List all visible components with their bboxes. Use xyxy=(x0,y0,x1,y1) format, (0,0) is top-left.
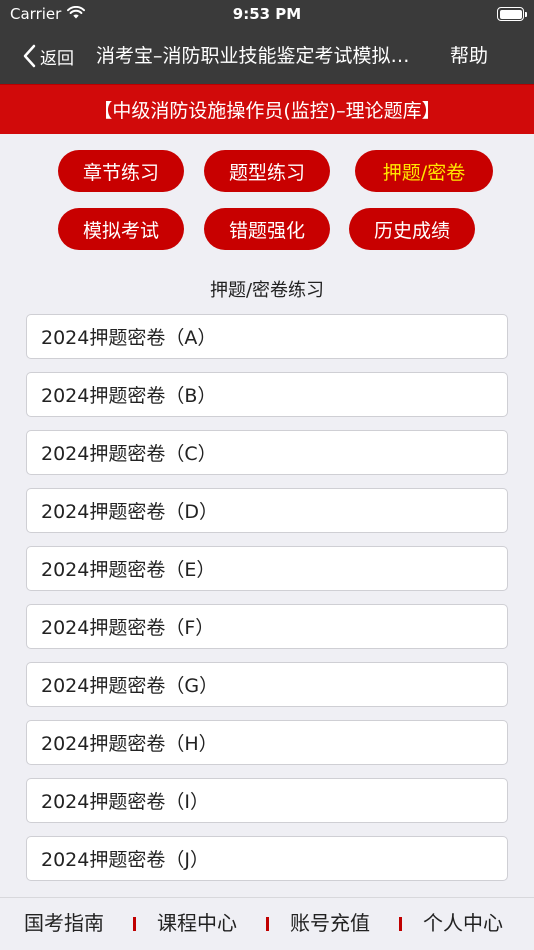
mode-wrong-questions[interactable]: 错题强化 xyxy=(204,208,330,250)
paper-item-d[interactable]: 2024押题密卷（D） xyxy=(26,488,508,533)
exam-banner: 【中级消防设施操作员(监控)–理论题库】 xyxy=(0,84,534,134)
tab-separator xyxy=(266,917,269,931)
tab-personal-center[interactable]: 个人中心 xyxy=(423,898,503,950)
paper-item-f[interactable]: 2024押题密卷（F） xyxy=(26,604,508,649)
paper-item-a[interactable]: 2024押题密卷（A） xyxy=(26,314,508,359)
battery-icon xyxy=(497,7,527,21)
paper-item-b[interactable]: 2024押题密卷（B） xyxy=(26,372,508,417)
mode-chapter-practice[interactable]: 章节练习 xyxy=(58,150,184,192)
paper-item-g[interactable]: 2024押题密卷（G） xyxy=(26,662,508,707)
mode-history-scores[interactable]: 历史成绩 xyxy=(349,208,475,250)
status-bar: Carrier 9:53 PM xyxy=(0,0,534,28)
paper-item-j[interactable]: 2024押题密卷（J） xyxy=(26,836,508,881)
tab-separator xyxy=(133,917,136,931)
mode-type-practice[interactable]: 题型练习 xyxy=(204,150,330,192)
mode-mock-exam[interactable]: 模拟考试 xyxy=(58,208,184,250)
nav-bar: 返回 消考宝–消防职业技能鉴定考试模拟题库 帮助 xyxy=(0,28,534,84)
paper-item-c[interactable]: 2024押题密卷（C） xyxy=(26,430,508,475)
status-time: 9:53 PM xyxy=(232,5,302,23)
tab-separator xyxy=(399,917,402,931)
paper-item-h[interactable]: 2024押题密卷（H） xyxy=(26,720,508,765)
mode-secret-papers[interactable]: 押题/密卷 xyxy=(355,150,493,192)
section-title: 押题/密卷练习 xyxy=(209,280,325,301)
page-title: 消考宝–消防职业技能鉴定考试模拟题库 xyxy=(96,45,422,67)
tab-account-recharge[interactable]: 账号充值 xyxy=(290,898,370,950)
paper-item-i[interactable]: 2024押题密卷（I） xyxy=(26,778,508,823)
help-button[interactable]: 帮助 xyxy=(450,28,488,84)
chevron-left-icon xyxy=(22,44,36,68)
back-button[interactable]: 返回 xyxy=(22,28,74,84)
paper-item-e[interactable]: 2024押题密卷（E） xyxy=(26,546,508,591)
bottom-tab-bar: 国考指南 课程中心 账号充值 个人中心 xyxy=(0,897,534,950)
tab-course-center[interactable]: 课程中心 xyxy=(157,898,237,950)
tab-exam-guide[interactable]: 国考指南 xyxy=(24,898,104,950)
back-label: 返回 xyxy=(40,48,74,69)
